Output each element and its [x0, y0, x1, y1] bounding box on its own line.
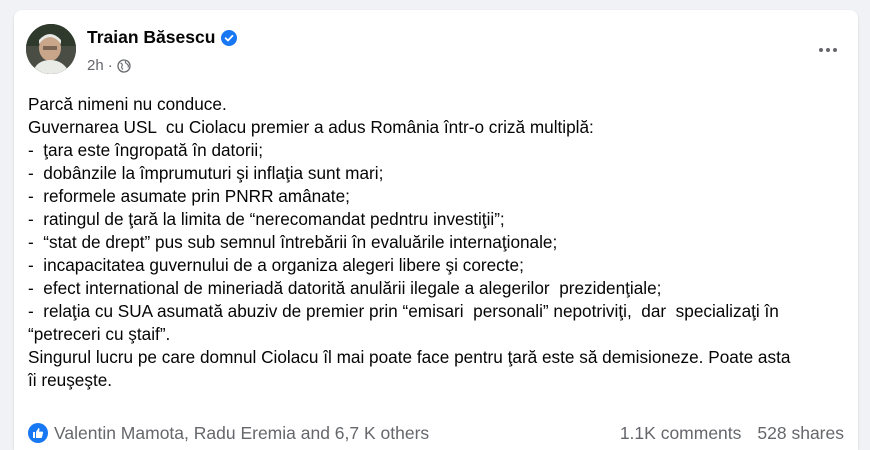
- shares-count[interactable]: 528 shares: [757, 423, 844, 444]
- post-timestamp[interactable]: 2h: [87, 57, 104, 74]
- post-footer: Valentin Mamota, Radu Eremia and 6,7 K o…: [28, 419, 844, 447]
- globe-icon[interactable]: [117, 58, 131, 73]
- meta-separator: ·: [107, 57, 113, 74]
- post-line: - efect international de mineriadă dator…: [28, 278, 662, 298]
- more-options-icon: [819, 48, 823, 52]
- post-line: “petreceri cu ştaif”.: [28, 324, 171, 344]
- post-line: - relaţia cu SUA asumată abuziv de premi…: [28, 301, 779, 321]
- author-avatar[interactable]: [26, 24, 76, 74]
- more-options-button[interactable]: [810, 36, 846, 64]
- post-line: - ţara este îngropată în datorii;: [28, 140, 264, 160]
- author-name[interactable]: Traian Băsescu: [87, 27, 215, 48]
- verified-badge-icon: [221, 29, 238, 46]
- post-line: - incapacitatea guvernului de a organiza…: [28, 255, 524, 275]
- post-line: Guvernarea USL cu Ciolacu premier a adus…: [28, 117, 594, 137]
- post-text: Parcă nimeni nu conduce. Guvernarea USL …: [28, 93, 848, 392]
- post-line: - “stat de drept” pus sub semnul întrebă…: [28, 232, 558, 252]
- reactions-text: Valentin Mamota, Radu Eremia and 6,7 K o…: [54, 422, 430, 443]
- avatar-photo: [26, 24, 76, 74]
- post-card: Traian Băsescu 2h · Parcă nimeni nu cond…: [14, 10, 858, 450]
- post-line: - ratingul de ţară la limita de “nerecom…: [28, 209, 505, 229]
- post-line: - dobânzile la împrumuturi şi inflaţia s…: [28, 163, 384, 183]
- comments-count[interactable]: 1.1K comments: [620, 423, 742, 444]
- like-reaction-icon: [28, 423, 48, 443]
- post-line: Singurul lucru pe care domnul Ciolacu îl…: [28, 347, 791, 367]
- reactions-summary[interactable]: Valentin Mamota, Radu Eremia and 6,7 K o…: [28, 423, 429, 444]
- post-line: - reformele asumate prin PNRR amânate;: [28, 186, 350, 206]
- post-line: îi reuşeşte.: [28, 370, 113, 390]
- post-line: Parcă nimeni nu conduce.: [28, 94, 227, 114]
